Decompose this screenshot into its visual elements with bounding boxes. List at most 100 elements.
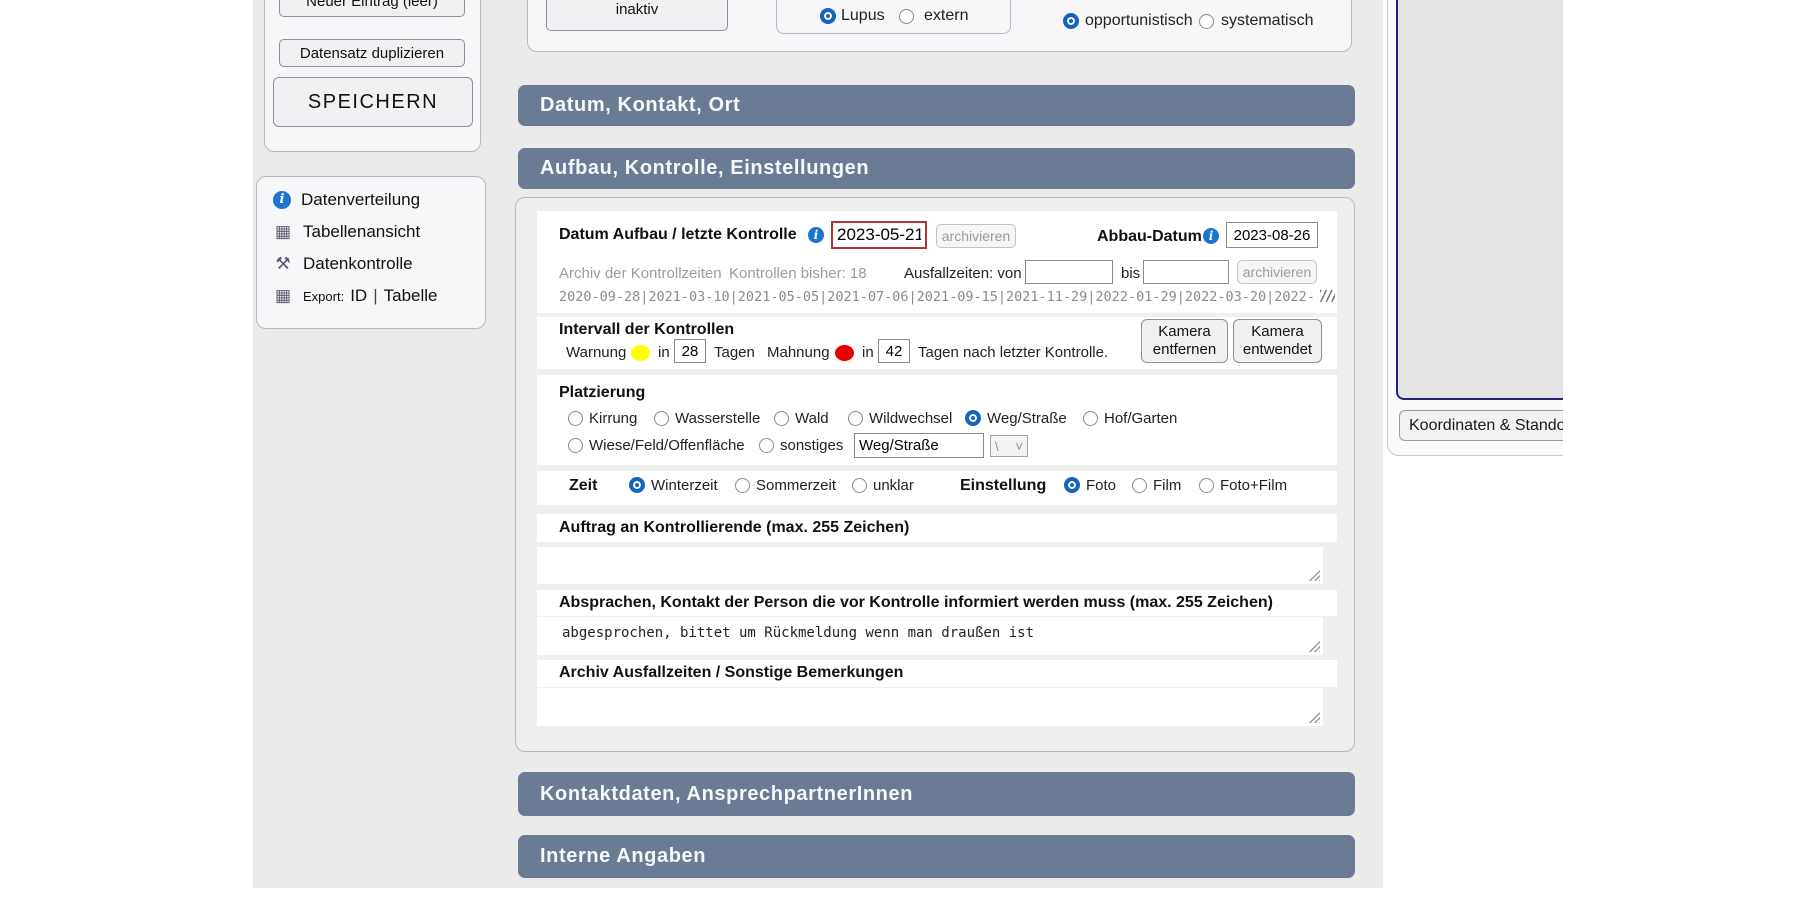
info-icon: i — [273, 191, 291, 209]
radio-foto-film-label: Foto+Film — [1220, 477, 1287, 494]
radio-wildwechsel-label: Wildwechsel — [869, 410, 952, 427]
radio-wasserstelle-label: Wasserstelle — [675, 410, 760, 427]
save-label: SPEICHERN — [308, 91, 438, 114]
radio-lupus[interactable] — [820, 8, 836, 24]
bis-label: bis — [1121, 265, 1140, 282]
radio-kirrung-label: Kirrung — [589, 410, 637, 427]
radio-foto-label: Foto — [1086, 477, 1116, 494]
resize-grip-icon[interactable] — [1307, 570, 1320, 581]
export-id-link[interactable]: ID — [350, 286, 367, 306]
aufbau-date-input[interactable] — [831, 221, 927, 249]
archiv-bemerkungen-textarea[interactable] — [537, 688, 1323, 726]
save-button[interactable]: SPEICHERN — [273, 77, 473, 127]
radio-wiese-feld[interactable] — [568, 438, 583, 453]
section-title: Aufbau, Kontrolle, Einstellungen — [540, 157, 869, 180]
radio-unklar[interactable] — [852, 478, 867, 493]
select-value: \ — [995, 439, 999, 454]
radio-sommerzeit-label: Sommerzeit — [756, 477, 836, 494]
section-title: Kontaktdaten, AnsprechpartnerInnen — [540, 783, 913, 806]
mahnung-label: Mahnung — [767, 344, 830, 361]
tagen-label: Tagen — [714, 344, 755, 361]
platzierung-select[interactable]: \ ˅ — [990, 435, 1028, 457]
archivieren-button[interactable]: archivieren — [936, 224, 1016, 248]
einstellung-label: Einstellung — [960, 477, 1046, 495]
ausfall-von-input[interactable] — [1025, 260, 1113, 284]
radio-lupus-label: Lupus — [841, 7, 885, 25]
sonstiges-input[interactable] — [854, 433, 984, 458]
radio-wald-label: Wald — [795, 410, 829, 427]
radio-systematisch[interactable] — [1199, 14, 1214, 29]
radio-winterzeit[interactable] — [629, 477, 645, 493]
resize-grip-icon[interactable] — [1307, 712, 1320, 723]
radio-foto[interactable] — [1064, 477, 1080, 493]
radio-opportunistisch[interactable] — [1063, 13, 1079, 29]
abbau-date-label: Abbau-Datum — [1097, 228, 1202, 246]
absprachen-textarea[interactable]: abgesprochen, bittet um Rückmeldung wenn… — [537, 617, 1323, 655]
warnung-tage-input[interactable] — [674, 339, 706, 363]
status-panel: inaktiv Lupus extern opportunistisch sys… — [527, 0, 1352, 52]
radio-hof-garten[interactable] — [1083, 411, 1098, 426]
radio-winterzeit-label: Winterzeit — [651, 477, 718, 494]
radio-film[interactable] — [1132, 478, 1147, 493]
archiv-bemerkungen-label: Archiv Ausfallzeiten / Sonstige Bemerkun… — [559, 664, 903, 682]
abbau-date-input[interactable] — [1226, 222, 1318, 248]
koordinaten-label: Koordinaten & Stando — [1409, 417, 1566, 435]
menu-label: Datenkontrolle — [303, 254, 413, 274]
radio-wald[interactable] — [774, 411, 789, 426]
export-table-link[interactable]: Tabelle — [384, 286, 438, 306]
radio-sommerzeit[interactable] — [735, 478, 750, 493]
warnung-label: Warnung — [566, 344, 626, 361]
duplicate-record-button[interactable]: Datensatz duplizieren — [279, 39, 465, 67]
section-bar-kontaktdaten[interactable]: Kontaktdaten, AnsprechpartnerInnen — [518, 772, 1355, 816]
archivieren-label: archivieren — [1243, 264, 1311, 280]
radio-wasserstelle[interactable] — [654, 411, 669, 426]
radio-weg-strasse-label: Weg/Straße — [987, 410, 1067, 427]
tools-icon: ⚒ — [273, 254, 293, 274]
ausfall-bis-input[interactable] — [1143, 260, 1229, 284]
auftrag-label: Auftrag an Kontrollierende (max. 255 Zei… — [559, 519, 909, 537]
history-overflow-icon — [1320, 290, 1335, 302]
menu-label: Tabellenansicht — [303, 222, 420, 242]
mahnung-red-dot-icon — [835, 345, 854, 361]
radio-foto-film[interactable] — [1199, 478, 1214, 493]
radio-sonstiges[interactable] — [759, 438, 774, 453]
inaktiv-label: inaktiv — [616, 1, 659, 18]
radio-kirrung[interactable] — [568, 411, 583, 426]
section-bar-datum-kontakt-ort[interactable]: Datum, Kontakt, Ort — [518, 85, 1355, 126]
archivieren-button-2[interactable]: archivieren — [1237, 260, 1317, 284]
section-bar-interne-angaben[interactable]: Interne Angaben — [518, 835, 1355, 878]
radio-wildwechsel[interactable] — [848, 411, 863, 426]
info-icon[interactable] — [1203, 228, 1219, 244]
radio-film-label: Film — [1153, 477, 1181, 494]
aufbau-date-label: Datum Aufbau / letzte Kontrolle — [559, 226, 797, 244]
menu-item-tabellenansicht[interactable]: ▦ Tabellenansicht — [273, 222, 420, 242]
archiv-kontrollzeiten-link[interactable]: Archiv der Kontrollzeiten — [559, 265, 722, 282]
menu-item-export[interactable]: ▦ Export: ID | Tabelle — [273, 286, 437, 306]
radio-extern-label: extern — [924, 7, 968, 25]
menu-item-datenkontrolle[interactable]: ⚒ Datenkontrolle — [273, 254, 413, 274]
menu-item-datenverteilung[interactable]: i Datenverteilung — [273, 190, 420, 210]
new-entry-button[interactable]: Neuer Eintrag (leer) — [279, 0, 465, 17]
platzierung-title: Platzierung — [559, 384, 645, 402]
radio-weg-strasse[interactable] — [965, 410, 981, 426]
radio-extern[interactable] — [899, 9, 914, 24]
source-radio-group: Lupus extern — [776, 0, 1011, 34]
radio-wiese-feld-label: Wiese/Feld/Offenfläche — [589, 437, 745, 454]
radio-hof-garten-label: Hof/Garten — [1104, 410, 1177, 427]
inaktiv-button[interactable]: inaktiv — [546, 0, 728, 31]
info-icon[interactable] — [808, 227, 824, 243]
section-bar-aufbau-kontrolle[interactable]: Aufbau, Kontrolle, Einstellungen — [518, 148, 1355, 189]
duplicate-record-label: Datensatz duplizieren — [300, 45, 444, 62]
zeit-label: Zeit — [569, 477, 597, 495]
kontroll-history-text: 2020-09-28|2021-03-10|2021-05-05|2021-07… — [559, 289, 1315, 305]
radio-systematisch-label: systematisch — [1221, 12, 1313, 30]
table-icon: ▦ — [273, 222, 293, 242]
kontroll-history: 2020-09-28|2021-03-10|2021-05-05|2021-07… — [559, 289, 1335, 305]
auftrag-textarea[interactable] — [537, 547, 1323, 584]
app-canvas: Neuer Eintrag (leer) Datensatz duplizier… — [0, 0, 1796, 902]
intervall-title: Intervall der Kontrollen — [559, 321, 734, 339]
mahnung-tage-input[interactable] — [878, 339, 910, 363]
kamera-entfernen-button[interactable]: Kamera entfernen — [1141, 319, 1228, 363]
kamera-entwendet-button[interactable]: Kamera entwendet — [1233, 319, 1322, 363]
resize-grip-icon[interactable] — [1307, 641, 1320, 652]
